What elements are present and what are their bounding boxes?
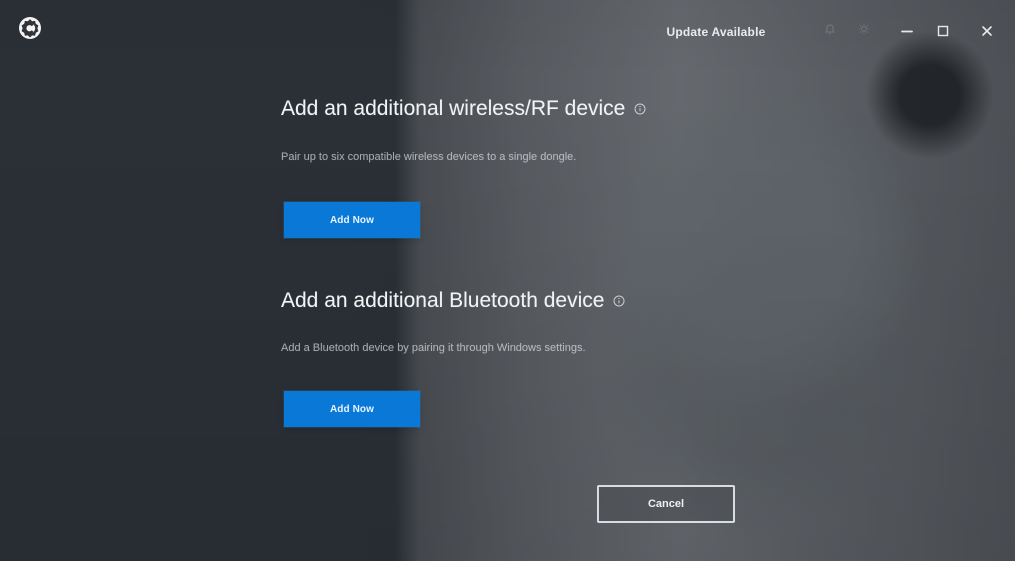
add-bluetooth-device-button[interactable]: Add Now bbox=[284, 391, 420, 427]
add-wireless-device-button[interactable]: Add Now bbox=[284, 202, 420, 238]
update-available-button[interactable]: Update Available bbox=[647, 20, 785, 44]
app-logo-icon bbox=[19, 17, 41, 39]
faint-bell-icon bbox=[824, 24, 836, 34]
wireless-title-row: Add an additional wireless/RF device bbox=[281, 94, 646, 124]
bluetooth-title-row: Add an additional Bluetooth device bbox=[281, 286, 625, 316]
close-icon bbox=[982, 26, 992, 36]
bluetooth-section-title: Add an additional Bluetooth device bbox=[281, 289, 605, 312]
title-bar: Update Available bbox=[0, 0, 1015, 64]
info-icon bbox=[613, 295, 625, 307]
minimize-button[interactable] bbox=[894, 18, 920, 44]
info-icon bbox=[634, 103, 646, 115]
restore-button[interactable] bbox=[930, 18, 956, 44]
close-button[interactable] bbox=[974, 18, 1000, 44]
add-device-content: Add an additional wireless/RF device Pai… bbox=[0, 0, 1015, 561]
minimize-icon bbox=[901, 30, 913, 33]
application-window: Update Available Add an additional wirel… bbox=[0, 0, 1015, 561]
faint-gear-icon bbox=[858, 23, 870, 35]
restore-icon bbox=[937, 25, 949, 37]
wireless-section-title: Add an additional wireless/RF device bbox=[281, 97, 626, 120]
wireless-section-description: Pair up to six compatible wireless devic… bbox=[281, 151, 577, 163]
bluetooth-section-description: Add a Bluetooth device by pairing it thr… bbox=[281, 342, 586, 354]
cancel-button[interactable]: Cancel bbox=[597, 485, 735, 523]
